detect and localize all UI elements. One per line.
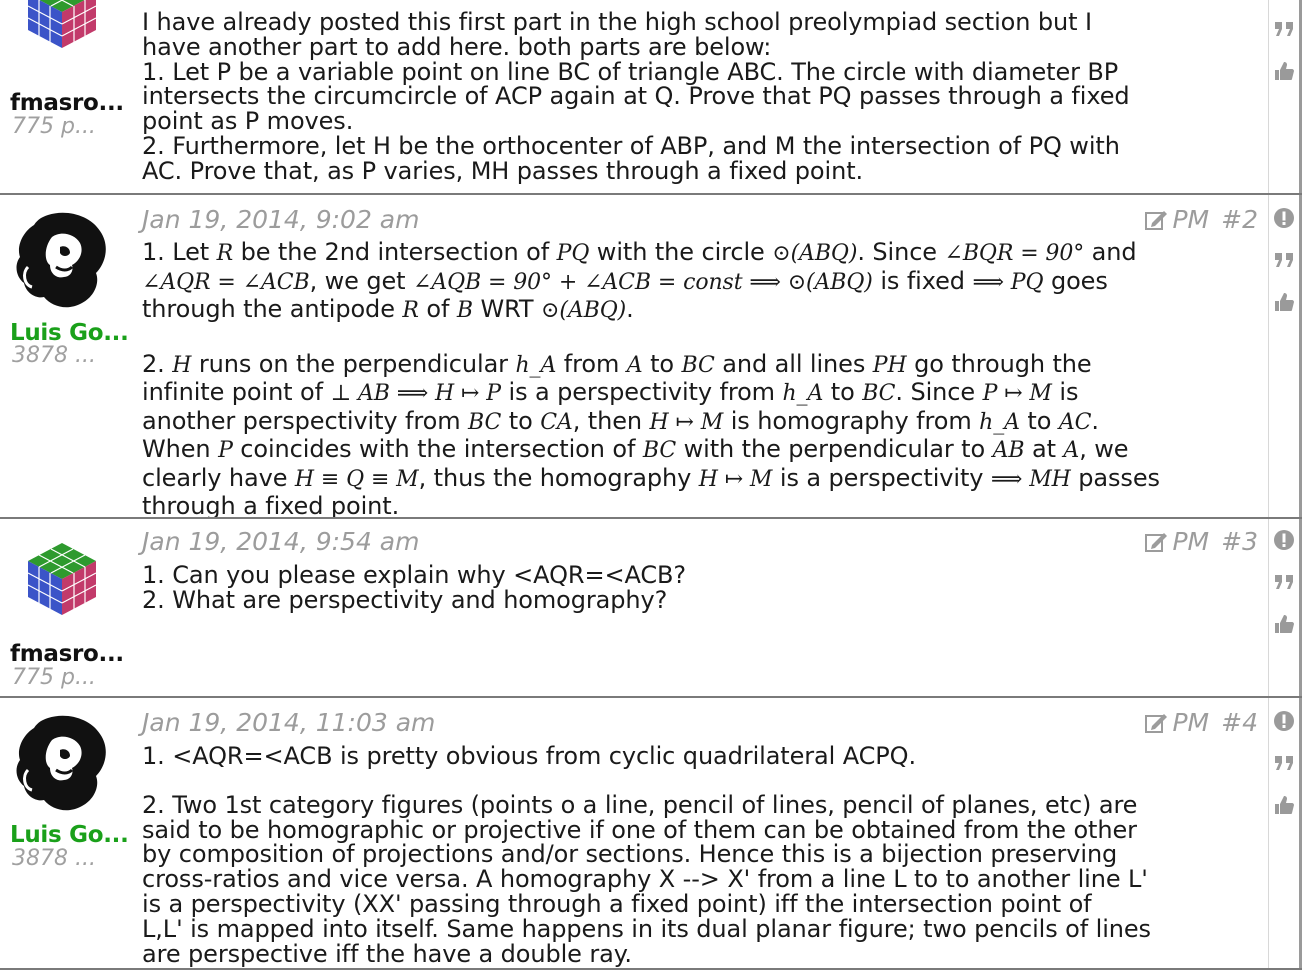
post-meta-right: PM #2 [1144,205,1258,234]
post-line: 1. Can you please explain why <AQR=<ACB? [142,561,687,589]
post-count: 3878 ... [12,846,96,871]
post-line: are perspective iff the have a double ra… [142,939,632,968]
post-line: said to be homographic or projective if … [142,815,1137,844]
post-line: through the antipode R of B WRT ⊙(ABQ). [142,295,634,323]
post-body: 1. Can you please explain why <AQR=<ACB?… [142,563,1260,613]
username[interactable]: fmasro... [10,641,130,667]
post-date: Jan 19, 2014, 11:03 am [142,708,436,737]
post-actions [1272,18,1296,82]
quote-icon[interactable] [1273,752,1295,774]
post-line: clearly have H ≡ Q ≡ M, thus the homogra… [142,463,1160,492]
thumbs-up-icon[interactable] [1273,794,1295,816]
post-divider [1268,519,1269,696]
post-line: L,L' is mapped into itself. Same happens… [142,914,1151,943]
post-line: AC. Prove that, as P varies, MH passes t… [142,156,864,185]
post-line: 2. H runs on the perpendicular h_A from … [142,349,1092,378]
post-line: ∠AQR = ∠ACB, we get ∠AQB = 90° + ∠ACB = … [142,266,1108,295]
edit-pm-icon[interactable] [1144,209,1168,231]
thumbs-up-icon[interactable] [1273,60,1295,82]
pm-link[interactable]: PM [1172,205,1209,234]
post-divider [1268,0,1269,193]
post-meta-right: PM #4 [1144,708,1258,737]
edit-pm-icon[interactable] [1144,531,1168,553]
quote-icon[interactable] [1273,249,1295,271]
cube-avatar-icon[interactable] [22,0,102,52]
post-line: 2. Furthermore, let H be the orthocenter… [142,131,1120,160]
pm-link[interactable]: PM [1172,708,1209,737]
post-body: I have already posted this first part in… [142,10,1260,184]
post-line: intersects the circumcircle of ACP again… [142,82,1130,111]
post-line: by composition of projections and/or sec… [142,840,1118,869]
post-date: Jan 19, 2014, 9:02 am [142,205,420,234]
username[interactable]: fmasro... [10,90,130,116]
report-icon[interactable] [1273,207,1295,229]
post-line: I have already posted this first part in… [142,8,1092,36]
post-actions [1272,529,1296,635]
post-line: is a perspectivity (XX' passing through … [142,889,1092,918]
thumbs-up-icon[interactable] [1273,291,1295,313]
post-divider [1268,195,1269,517]
post-number[interactable]: #2 [1221,205,1258,234]
post-line: through a fixed point. [142,492,400,519]
post-actions [1272,207,1296,313]
post-number[interactable]: #3 [1221,527,1258,556]
edit-pm-icon[interactable] [1144,712,1168,734]
post-line: 1. Let R be the 2nd intersection of PQ w… [142,238,1137,266]
post-body: 1. Let R be the 2nd intersection of PQ w… [142,238,1260,519]
post-number[interactable]: #4 [1221,708,1258,737]
post-line: have another part to add here. both part… [142,32,772,61]
post-count: 3878 ... [12,343,96,368]
post-line: 1. Let P be a variable point on line BC … [142,57,1119,86]
post-date: Jan 19, 2014, 9:54 am [142,527,420,556]
post-line: another perspectivity from BC to CA, the… [142,406,1099,435]
quote-icon[interactable] [1273,18,1295,40]
post-2: Luis Go... 3878 ... Jan 19, 2014, 9:02 a… [0,195,1302,519]
pm-link[interactable]: PM [1172,527,1209,556]
quote-icon[interactable] [1273,571,1295,593]
post-line: 2. Two 1st category figures (points o a … [142,790,1138,819]
post-4: Luis Go... 3878 ... Jan 19, 2014, 11:03 … [0,698,1302,970]
username[interactable]: Luis Go... [10,822,130,848]
cube-avatar-icon[interactable] [22,539,102,619]
post-line: 1. <AQR=<ACB is pretty obvious from cycl… [142,742,916,770]
post-count: 775 p... [12,114,96,139]
thumbs-up-icon[interactable] [1273,613,1295,635]
sculpture-avatar-icon[interactable] [8,710,118,820]
post-count: 775 p... [12,665,96,690]
post-actions [1272,710,1296,816]
sculpture-avatar-icon[interactable] [8,207,118,317]
post-line: cross-ratios and vice versa. A homograph… [142,865,1148,894]
post-1: fmasro... 775 p... I have already posted… [0,0,1302,195]
post-3: fmasro... 775 p... Jan 19, 2014, 9:54 am… [0,519,1302,698]
post-line: When P coincides with the intersection o… [142,435,1129,463]
report-icon[interactable] [1273,529,1295,551]
post-line: infinite point of ⊥ AB ⟹ H ↦ P is a pers… [142,378,1079,406]
post-line: 2. What are perspectivity and homography… [142,585,668,614]
post-line: point as P moves. [142,107,354,136]
report-icon[interactable] [1273,710,1295,732]
post-divider [1268,698,1269,968]
post-body: 1. <AQR=<ACB is pretty obvious from cycl… [142,744,1260,966]
post-meta-right: PM #3 [1144,527,1258,556]
